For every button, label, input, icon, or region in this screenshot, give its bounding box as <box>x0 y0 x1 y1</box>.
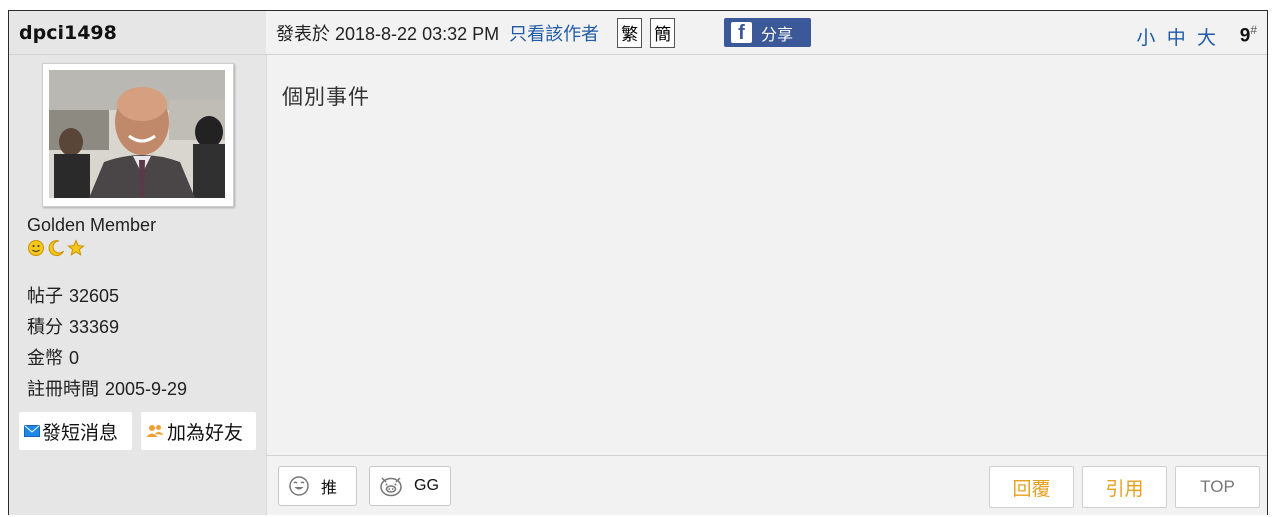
user-stats: 帖子 32605 積分 33369 金幣 0 註冊時間 2005-9-29 <box>27 281 187 405</box>
post-timestamp: 發表於 2018-8-22 03:32 PM <box>276 23 500 44</box>
rank-icons <box>27 239 85 262</box>
user-rank: Golden Member <box>27 215 157 235</box>
font-size-switcher: 小 中 大 <box>1136 23 1219 50</box>
push-button[interactable]: 推 <box>278 466 357 506</box>
star-icon <box>67 239 85 262</box>
send-message-label: 發短消息 <box>42 422 119 444</box>
stat-points: 積分 33369 <box>27 317 120 337</box>
stat-coins: 金幣 0 <box>27 348 80 368</box>
author-header: dpci1498 <box>9 11 266 55</box>
gg-label: GG <box>414 477 439 494</box>
smiley-icon <box>27 239 45 262</box>
stat-registered: 註冊時間 2005-9-29 <box>27 379 188 399</box>
facebook-share-button[interactable]: f 分享 <box>724 18 811 47</box>
post-footer: 推 GG 回覆 引用 TOP <box>266 455 1267 517</box>
author-panel: dpci1498 Golden Member 帖子 32605 積分 33369… <box>9 11 267 515</box>
facebook-share-label: 分享 <box>761 26 794 44</box>
traditional-chinese-button[interactable]: 繁 <box>617 17 643 48</box>
only-author-link[interactable]: 只看該作者 <box>509 20 599 46</box>
post-panel: 發表於 2018-8-22 03:32 PM 只看該作者 繁 簡 f 分享 小 … <box>266 11 1267 515</box>
gg-button[interactable]: GG <box>369 466 451 506</box>
font-size-small[interactable]: 小 <box>1136 28 1158 49</box>
post-container: dpci1498 Golden Member 帖子 32605 積分 33369… <box>8 10 1268 515</box>
push-label: 推 <box>321 480 338 497</box>
moon-icon <box>47 239 65 262</box>
avatar-image <box>49 70 225 198</box>
add-friend-label: 加為好友 <box>167 422 244 444</box>
stat-posts: 帖子 32605 <box>27 286 120 306</box>
pig-face-icon <box>378 474 404 498</box>
simplified-chinese-button[interactable]: 簡 <box>650 17 676 48</box>
floor-number[interactable]: 9# <box>1240 23 1257 47</box>
add-friend-button[interactable]: 加為好友 <box>141 412 256 450</box>
back-to-top-button[interactable]: TOP <box>1175 466 1260 508</box>
post-header: 發表於 2018-8-22 03:32 PM 只看該作者 繁 簡 f 分享 小 … <box>266 11 1267 55</box>
post-content: 個別事件 <box>282 86 370 109</box>
send-message-button[interactable]: 發短消息 <box>19 412 132 450</box>
reply-button[interactable]: 回覆 <box>989 466 1074 508</box>
quote-button[interactable]: 引用 <box>1082 466 1167 508</box>
author-username[interactable]: dpci1498 <box>19 22 117 44</box>
font-size-large[interactable]: 大 <box>1197 28 1219 49</box>
users-icon <box>146 424 164 438</box>
smile-face-icon <box>287 474 311 498</box>
avatar[interactable] <box>42 63 234 207</box>
envelope-icon <box>24 425 40 437</box>
facebook-icon: f <box>731 22 752 43</box>
font-size-medium[interactable]: 中 <box>1167 28 1189 49</box>
